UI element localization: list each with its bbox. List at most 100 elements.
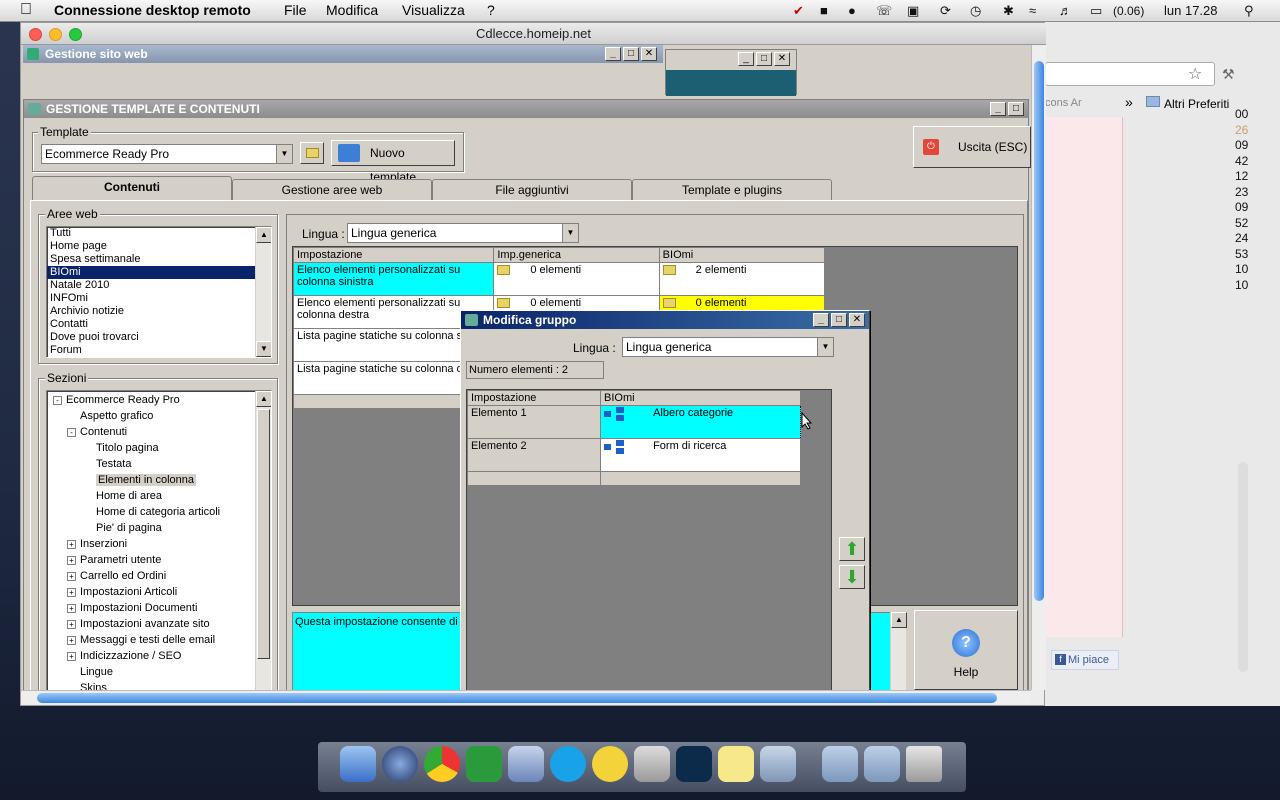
- bookmark-partial[interactable]: cons Ar: [1045, 97, 1082, 109]
- scroll-up-icon[interactable]: ▲: [256, 391, 271, 407]
- scroll-up-icon[interactable]: ▲: [256, 227, 271, 243]
- maximize-icon[interactable]: □: [756, 52, 772, 66]
- app-menu[interactable]: Connessione desktop remoto: [54, 2, 251, 18]
- chevron-down-icon[interactable]: ▼: [817, 338, 833, 356]
- spotlight-icon[interactable]: ⚲: [1244, 3, 1254, 19]
- applications-folder-icon[interactable]: [864, 746, 900, 782]
- aree-list[interactable]: Tutti Home page Spesa settimanale BIOmi …: [46, 226, 272, 358]
- move-down-button[interactable]: ⬇: [839, 565, 865, 589]
- like-button[interactable]: f Mi piace: [1051, 650, 1119, 670]
- apple-icon[interactable]: : [20, 1, 32, 19]
- expand-icon[interactable]: +: [67, 651, 76, 661]
- expand-icon[interactable]: +: [67, 571, 76, 581]
- trash-icon[interactable]: [906, 746, 942, 782]
- maximize-icon[interactable]: □: [623, 47, 639, 61]
- tree-item[interactable]: - Ecommerce Ready Pro: [53, 393, 180, 407]
- expand-icon[interactable]: +: [67, 635, 76, 645]
- open-folder-button[interactable]: [300, 142, 324, 164]
- chevron-down-icon[interactable]: ▼: [276, 145, 292, 163]
- phone-icon[interactable]: ☏: [876, 3, 892, 19]
- description-scrollbar[interactable]: ▲: [890, 612, 907, 690]
- grid-cell[interactable]: 0 elementi: [493, 262, 660, 296]
- zoom-icon[interactable]: [69, 28, 82, 41]
- tree-item[interactable]: Home di area: [83, 489, 162, 503]
- menu-help[interactable]: ?: [487, 2, 495, 18]
- sezioni-tree[interactable]: - Ecommerce Ready Pro Aspetto grafico - Cont…: [46, 390, 272, 690]
- tree-item[interactable]: + Inserzioni: [67, 537, 127, 551]
- downloads-folder-icon[interactable]: [822, 746, 858, 782]
- status-icon[interactable]: ■: [820, 3, 828, 18]
- grid-header[interactable]: Impostazione: [467, 390, 601, 406]
- mail-icon[interactable]: [508, 746, 544, 782]
- tree-item[interactable]: + Impostazioni Documenti: [67, 601, 197, 615]
- photoshop-icon[interactable]: [676, 746, 712, 782]
- adium-icon[interactable]: [592, 746, 628, 782]
- grid-cell[interactable]: Elenco elementi personalizzati su colonn…: [292, 262, 495, 296]
- bluetooth-icon[interactable]: ✱: [1003, 3, 1014, 19]
- collapse-icon[interactable]: -: [53, 395, 62, 405]
- tree-item[interactable]: Aspetto grafico: [67, 409, 153, 423]
- messenger-icon[interactable]: ●: [848, 3, 856, 18]
- close-icon[interactable]: [29, 28, 42, 41]
- maximize-icon[interactable]: □: [1008, 102, 1024, 116]
- close-icon[interactable]: ✕: [774, 52, 790, 66]
- tree-scrollbar[interactable]: ▲: [255, 391, 271, 690]
- close-icon[interactable]: ✕: [641, 47, 657, 61]
- maximize-icon[interactable]: □: [831, 313, 847, 327]
- list-item[interactable]: Archivio notizie: [47, 305, 271, 318]
- tree-item[interactable]: Titolo pagina: [83, 441, 159, 455]
- remote-v-scrollbar[interactable]: [1031, 45, 1046, 690]
- timemachine-icon[interactable]: ◷: [970, 3, 981, 19]
- tab-gestione-aree-web[interactable]: Gestione aree web: [232, 179, 432, 201]
- list-item[interactable]: Dove puoi trovarci: [47, 331, 271, 344]
- expand-icon[interactable]: +: [67, 555, 76, 565]
- list-item[interactable]: Contatti: [47, 318, 271, 331]
- list-item[interactable]: Tutti: [47, 227, 271, 240]
- h-scroll-thumb[interactable]: [37, 693, 997, 703]
- grid-cell[interactable]: Elemento 2: [467, 438, 601, 472]
- grid-cell[interactable]: 2 elementi: [658, 262, 826, 296]
- tree-item[interactable]: Home di categoria articoli: [83, 505, 220, 519]
- wifi-icon[interactable]: ≈: [1029, 3, 1036, 18]
- minimize-icon[interactable]: _: [813, 313, 829, 327]
- minimize-icon[interactable]: _: [990, 102, 1006, 116]
- dialog-lingua-select[interactable]: Lingua generica ▼: [622, 337, 834, 357]
- chevron-down-icon[interactable]: ▼: [562, 224, 578, 242]
- tool-icon[interactable]: ▣: [907, 3, 919, 19]
- more-bookmarks-icon[interactable]: »: [1125, 94, 1133, 110]
- clock[interactable]: lun 17.28: [1164, 3, 1218, 18]
- sync-icon[interactable]: ⟳: [940, 3, 951, 19]
- tree-item[interactable]: - Contenuti: [67, 425, 127, 439]
- tab-contenuti[interactable]: Contenuti: [32, 176, 232, 200]
- tree-item[interactable]: + Carrello ed Ordini: [67, 569, 166, 583]
- collapse-icon[interactable]: -: [67, 427, 76, 437]
- expand-icon[interactable]: +: [67, 603, 76, 613]
- chrome-icon[interactable]: [424, 746, 460, 782]
- itunes-icon[interactable]: [382, 746, 418, 782]
- grid-cell[interactable]: Form di ricerca: [600, 438, 801, 472]
- expand-icon[interactable]: +: [67, 587, 76, 597]
- grid-header[interactable]: BIOmi: [658, 247, 826, 263]
- checkmark-icon[interactable]: ✔: [793, 3, 804, 19]
- help-button[interactable]: ? Help: [914, 610, 1018, 690]
- list-item-selected[interactable]: BIOmi: [47, 266, 255, 279]
- tree-item[interactable]: + Impostazioni Articoli: [67, 585, 177, 599]
- volume-icon[interactable]: ♬: [1059, 3, 1072, 18]
- new-template-button[interactable]: Nuovo template: [331, 140, 455, 184]
- table-row[interactable]: Elenco elementi personalizzati su colonn…: [292, 262, 826, 296]
- remote-h-scrollbar[interactable]: [21, 690, 1031, 705]
- browser-scrollbar[interactable]: [1238, 462, 1248, 672]
- menu-modifica[interactable]: Modifica: [326, 2, 378, 18]
- close-icon[interactable]: ✕: [849, 313, 865, 327]
- list-item[interactable]: Spesa settimanale: [47, 253, 271, 266]
- tree-item[interactable]: Pie' di pagina: [83, 521, 162, 535]
- battery-icon[interactable]: ▭: [1090, 3, 1102, 19]
- tree-item[interactable]: + Messaggi e testi delle email: [67, 633, 215, 647]
- table-row[interactable]: Elemento 1 Albero categorie: [467, 405, 801, 439]
- remote-desktop-icon[interactable]: [760, 746, 796, 782]
- tree-item[interactable]: Testata: [83, 457, 131, 471]
- wrench-icon[interactable]: ⚒: [1222, 66, 1235, 83]
- aree-scrollbar[interactable]: ▲ ▼: [255, 227, 271, 357]
- stickies-icon[interactable]: [718, 746, 754, 782]
- grid-header[interactable]: Imp.generica: [493, 247, 660, 263]
